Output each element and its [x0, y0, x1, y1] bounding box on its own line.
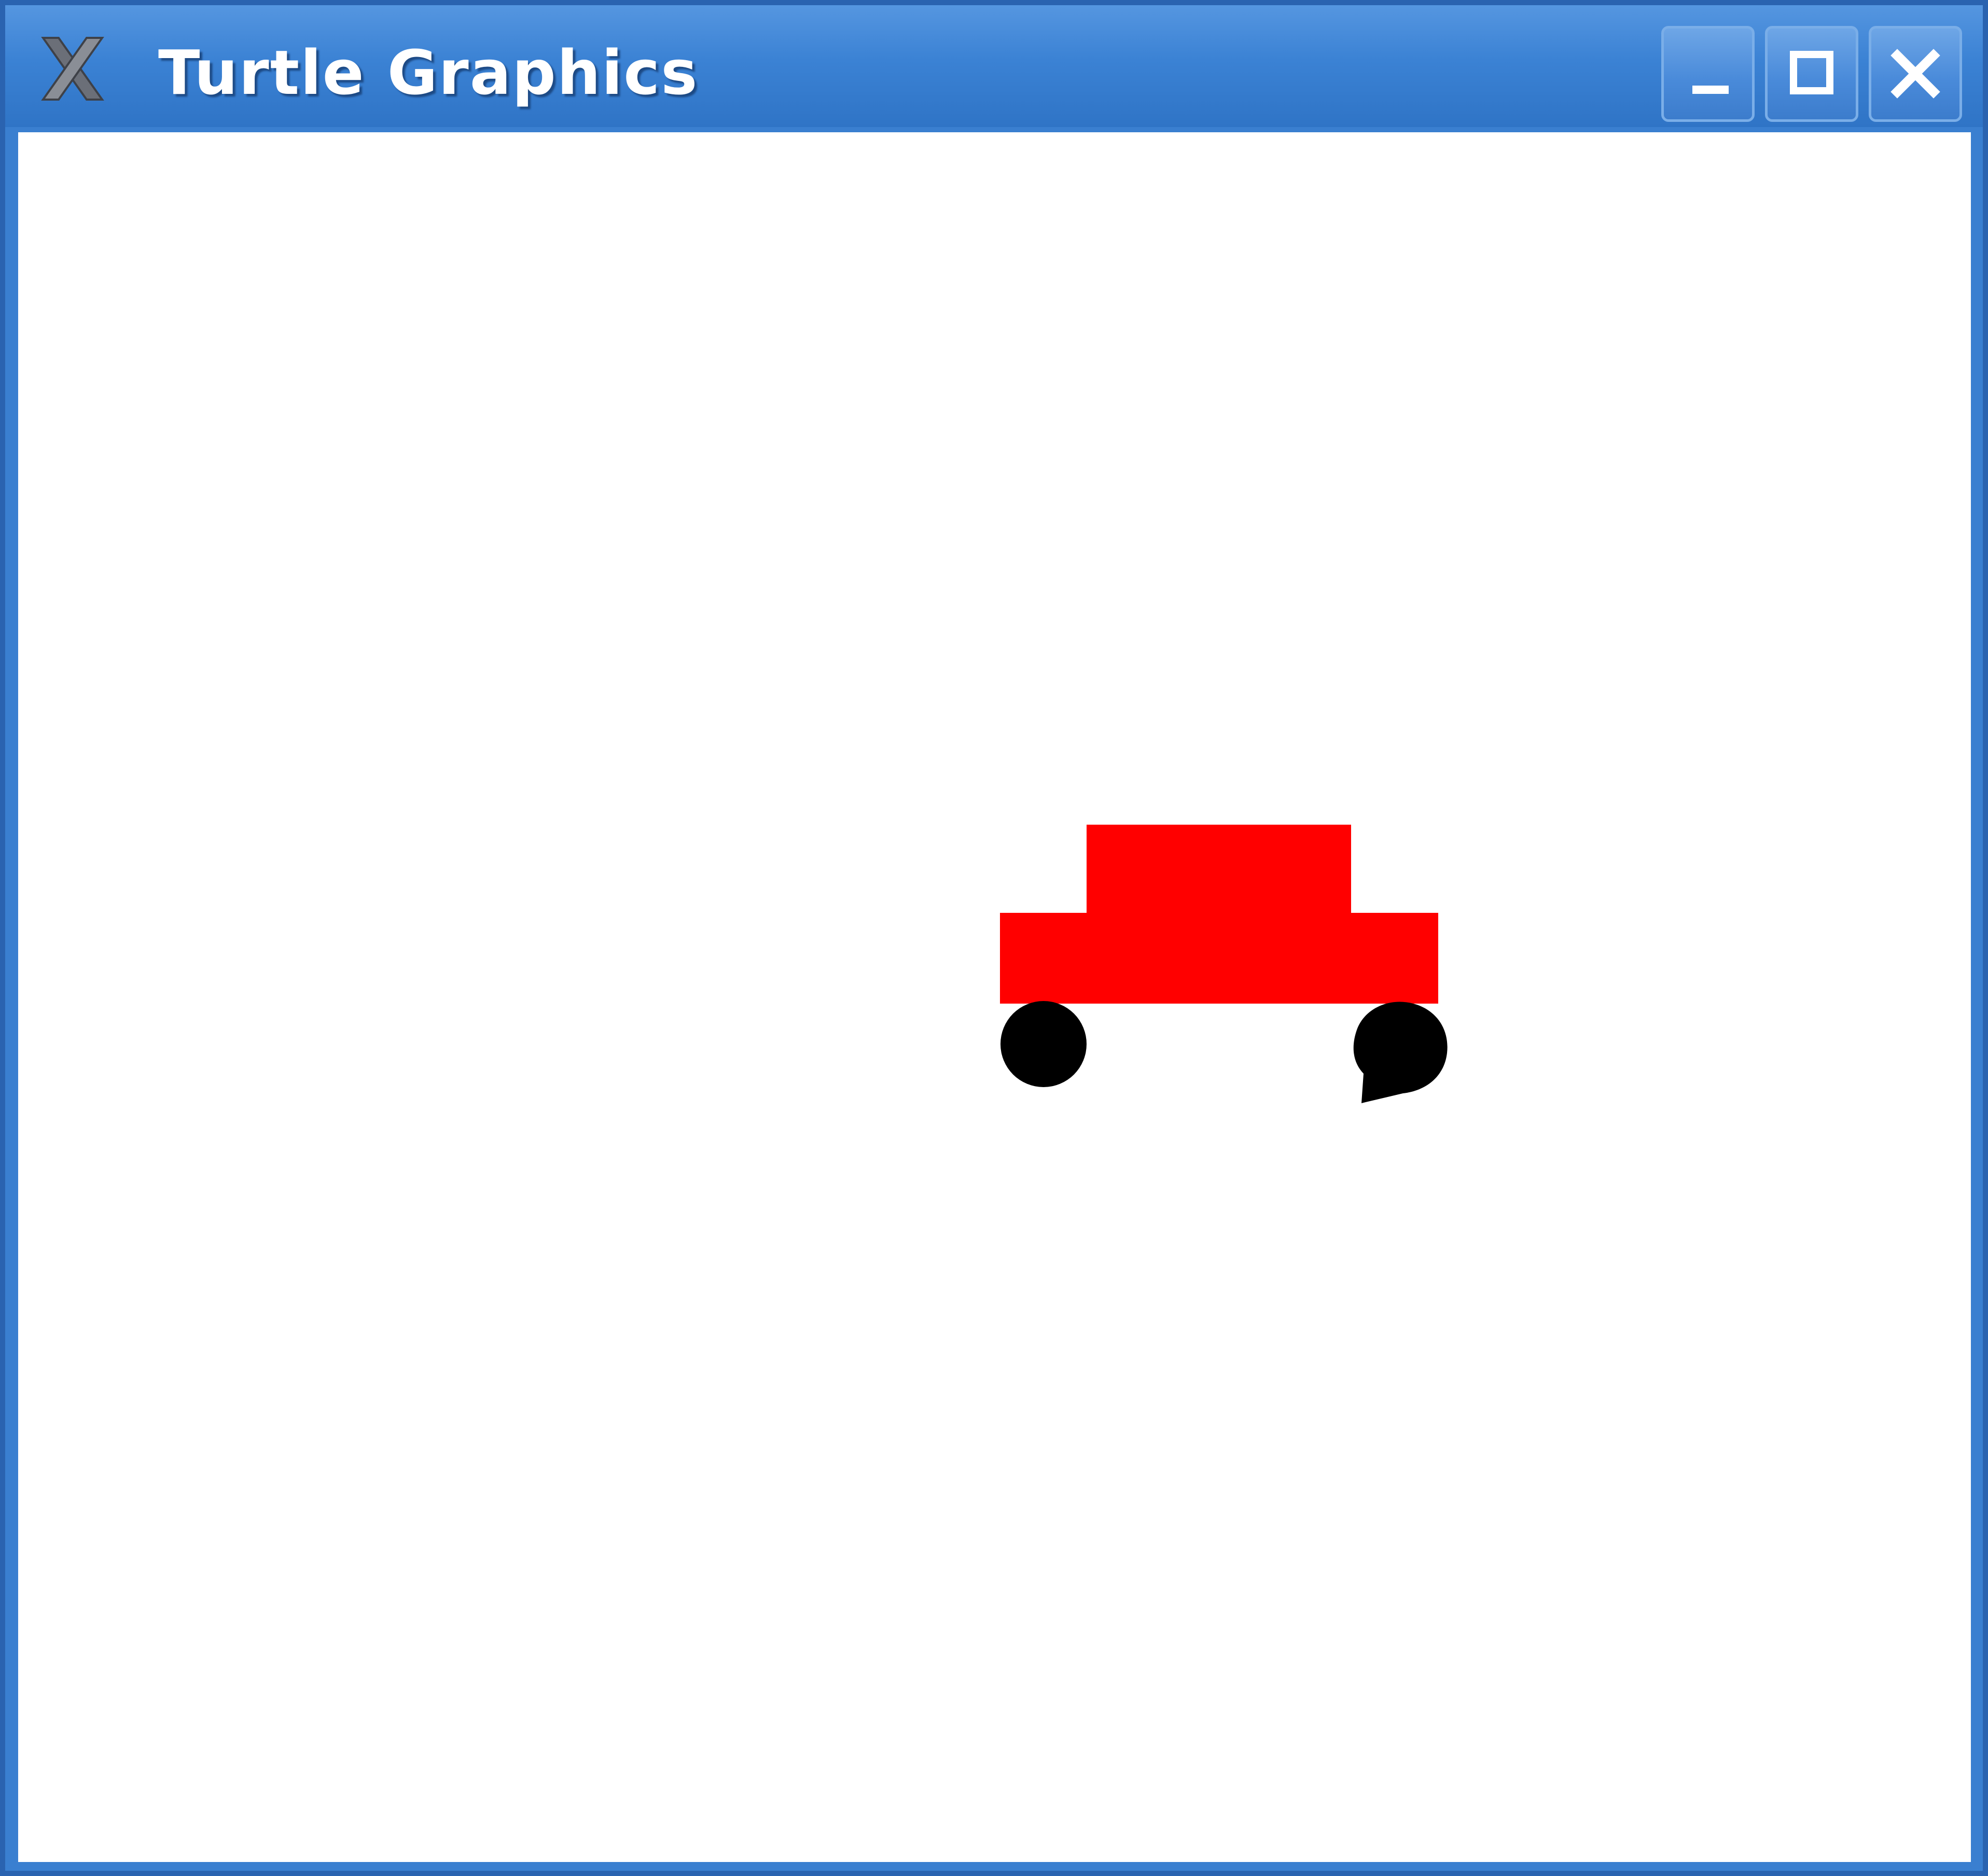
front-wheel	[1000, 1001, 1087, 1087]
x-logo-icon[interactable]	[34, 34, 112, 104]
car-roof	[1087, 825, 1351, 918]
minimize-icon	[1692, 86, 1729, 94]
title-bar[interactable]: Turtle Graphics	[5, 5, 1983, 127]
close-button[interactable]	[1869, 26, 1962, 122]
car-body	[1000, 913, 1438, 1004]
car-drawing	[1000, 825, 1448, 1103]
rear-wheel	[1353, 1002, 1448, 1103]
turtle-canvas[interactable]	[18, 132, 1971, 1862]
turtle-window: Turtle Graphics	[0, 0, 1988, 1876]
maximize-button[interactable]	[1765, 26, 1858, 122]
minimize-button[interactable]	[1661, 26, 1755, 122]
close-icon	[1890, 49, 1940, 99]
window-title: Turtle Graphics	[158, 37, 699, 108]
maximize-icon	[1790, 51, 1833, 94]
